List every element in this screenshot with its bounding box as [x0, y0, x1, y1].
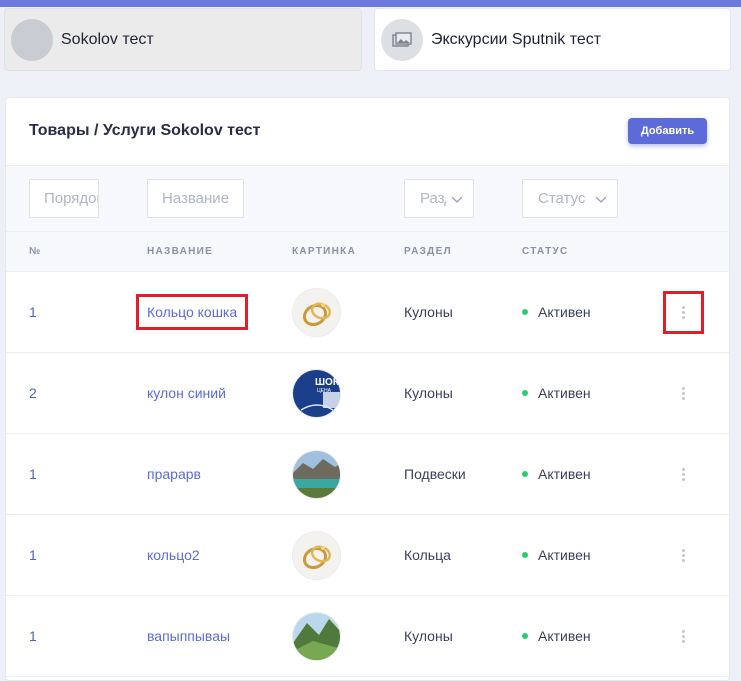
status-text: Активен — [538, 466, 591, 482]
product-name-link[interactable]: Кольцо кошка — [135, 294, 249, 330]
product-section: Кольца — [404, 547, 451, 563]
product-name-link[interactable]: кулон синий — [147, 385, 226, 401]
column-header-image: КАРТИНКА — [292, 246, 357, 257]
kebab-menu-icon — [674, 462, 693, 487]
status-filter-label: Статус — [538, 190, 586, 207]
status-dot-icon — [522, 390, 528, 396]
account-card-sokolov[interactable]: Sokolov тест — [4, 8, 362, 71]
product-name-link[interactable]: прарарв — [147, 466, 201, 482]
table-row: 1 кольцо2 Кольца Активен — [6, 515, 729, 596]
status-badge: Активен — [522, 596, 591, 676]
row-number: 1 — [29, 628, 37, 644]
account-name: Экскурсии Sputnik тест — [431, 30, 602, 48]
product-name-link[interactable]: кольцо2 — [147, 547, 200, 563]
panel-header: Товары / Услуги Sokolov тест Добавить — [6, 98, 729, 165]
status-text: Активен — [538, 304, 591, 320]
row-number: 1 — [29, 547, 37, 563]
product-thumbnail: ШОК ЦЕНА — [292, 368, 341, 418]
product-thumbnail — [292, 449, 341, 499]
status-filter-select[interactable]: Статус — [522, 179, 618, 218]
status-dot-icon — [522, 633, 528, 639]
table-header: № НАЗВАНИЕ КАРТИНКА РАЗДЕЛ СТАТУС — [6, 232, 729, 272]
product-name-link[interactable]: вапыппываы — [147, 628, 230, 644]
column-header-num: № — [29, 246, 42, 257]
account-card-sputnik[interactable]: Экскурсии Sputnik тест — [374, 8, 731, 71]
products-panel: Товары / Услуги Sokolov тест Добавить Ра… — [5, 97, 730, 681]
column-header-section: РАЗДЕЛ — [404, 246, 452, 257]
product-section: Кулоны — [404, 304, 453, 320]
section-filter-label: Раздел — [420, 190, 446, 207]
status-dot-icon — [522, 309, 528, 315]
row-number: 2 — [29, 385, 37, 401]
status-text: Активен — [538, 628, 591, 644]
kebab-menu-icon — [674, 543, 693, 568]
row-menu-button[interactable] — [666, 618, 701, 655]
kebab-menu-icon — [674, 300, 693, 325]
column-header-name: НАЗВАНИЕ — [147, 246, 214, 257]
status-dot-icon — [522, 471, 528, 477]
status-badge: Активен — [522, 434, 591, 514]
row-number: 1 — [29, 466, 37, 482]
status-dot-icon — [522, 552, 528, 558]
status-text: Активен — [538, 385, 591, 401]
section-filter-select[interactable]: Раздел — [404, 179, 474, 218]
row-number: 1 — [29, 304, 37, 320]
account-avatar — [11, 18, 53, 61]
table-row: 1 прарарв Подвески Активен — [6, 434, 729, 515]
chevron-down-icon — [451, 196, 463, 203]
thumbnail-banner-text: ШОК — [315, 377, 340, 388]
product-thumbnail — [292, 530, 341, 580]
image-placeholder-icon — [381, 18, 423, 61]
product-section: Подвески — [404, 466, 466, 482]
account-name: Sokolov тест — [61, 30, 154, 48]
status-text: Активен — [538, 547, 591, 563]
thumbnail-banner-subtext: ЦЕНА — [317, 388, 332, 394]
row-menu-button[interactable] — [666, 375, 701, 412]
row-menu-button[interactable] — [663, 290, 704, 334]
table-row: 1 вапыппываы Кулоны Активен — [6, 596, 729, 677]
filter-bar: Раздел Статус — [6, 165, 729, 232]
table-row: 1 Кольцо кошка Кулоны Активен — [6, 272, 729, 353]
row-menu-button[interactable] — [666, 456, 701, 493]
column-header-status: СТАТУС — [522, 246, 569, 257]
status-badge: Активен — [522, 272, 591, 352]
name-filter-input[interactable] — [147, 179, 244, 218]
row-menu-button[interactable] — [666, 537, 701, 574]
status-badge: Активен — [522, 353, 591, 433]
product-thumbnail — [292, 287, 341, 337]
chevron-down-icon — [595, 196, 607, 203]
kebab-menu-icon — [674, 624, 693, 649]
product-section: Кулоны — [404, 628, 453, 644]
table-row: 2 кулон синий ШОК ЦЕНА Кулоны Активен — [6, 353, 729, 434]
add-button[interactable]: Добавить — [628, 118, 707, 144]
order-filter-input[interactable] — [29, 179, 99, 218]
product-section: Кулоны — [404, 385, 453, 401]
product-thumbnail — [292, 611, 341, 661]
top-accent-bar — [0, 0, 741, 7]
page-title: Товары / Услуги Sokolov тест — [29, 122, 261, 139]
kebab-menu-icon — [674, 381, 693, 406]
status-badge: Активен — [522, 515, 591, 595]
